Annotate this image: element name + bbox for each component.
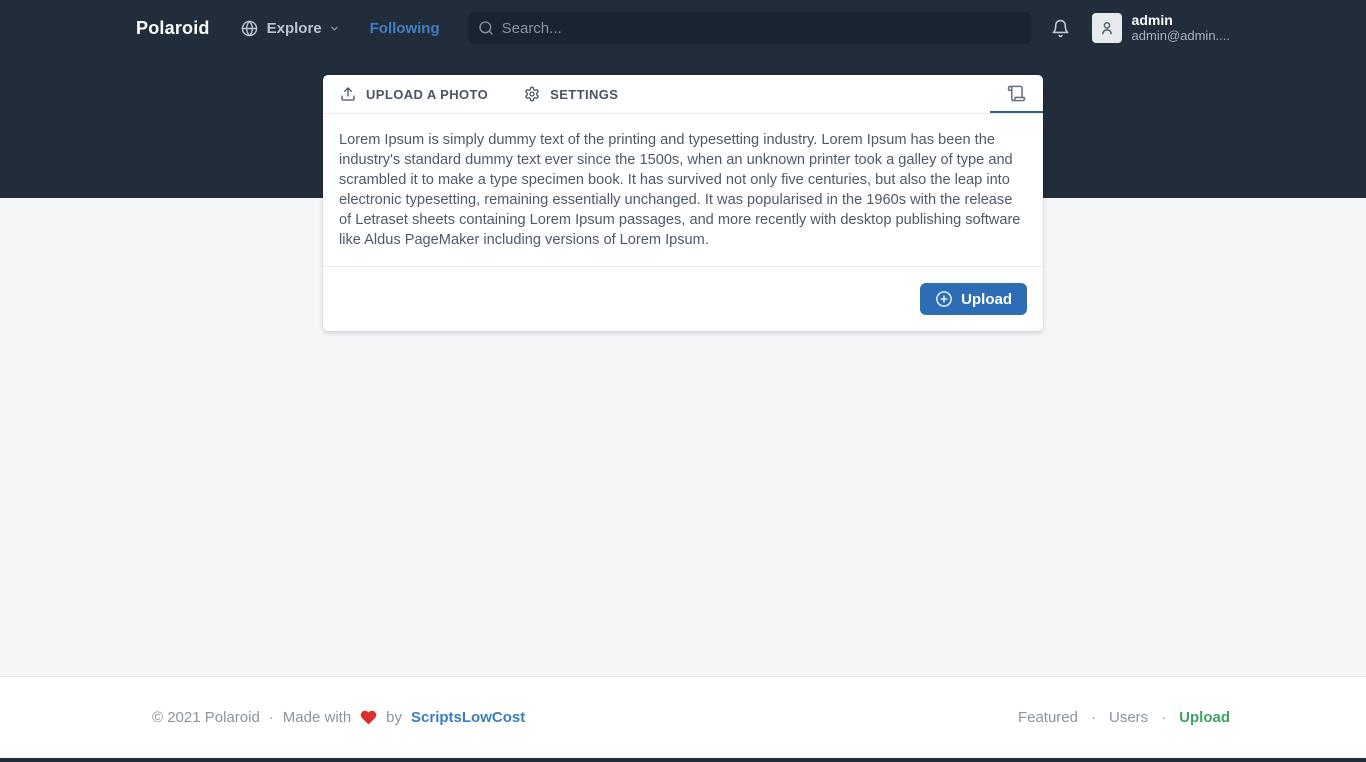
user-icon [1098, 19, 1116, 37]
bell-icon[interactable] [1051, 19, 1070, 38]
nav-following-link[interactable]: Following [370, 20, 440, 37]
credit-link[interactable]: ScriptsLowCost [411, 709, 525, 726]
upload-icon [340, 86, 356, 102]
globe-icon [241, 20, 258, 37]
tab-rules-active[interactable] [990, 75, 1043, 113]
plus-circle-icon [935, 290, 953, 308]
by-text: by [386, 709, 403, 726]
user-menu[interactable]: admin admin@admin.... [1091, 12, 1230, 44]
card-footer: Upload [323, 266, 1043, 331]
footer-link-users[interactable]: Users [1109, 709, 1148, 726]
nav-explore-menu[interactable]: Explore [241, 20, 340, 37]
made-with-text: Made with [282, 709, 352, 726]
main-area: UPLOAD A PHOTO SETTINGS Lorem Ipsum is s… [0, 75, 1366, 676]
avatar [1091, 13, 1122, 43]
user-info: admin admin@admin.... [1131, 12, 1230, 44]
search-input[interactable] [501, 19, 1021, 37]
card-body-text: Lorem Ipsum is simply dummy text of the … [339, 132, 1021, 248]
footer-link-upload[interactable]: Upload [1179, 709, 1230, 726]
upload-button[interactable]: Upload [920, 283, 1027, 315]
gear-icon [524, 86, 540, 102]
upload-button-label: Upload [961, 290, 1012, 308]
footer-link-featured[interactable]: Featured [1018, 709, 1078, 726]
page: Polaroid Explore Following Search... adm… [0, 0, 1366, 762]
footer-separator: · [1161, 709, 1167, 726]
heart-icon [360, 709, 377, 726]
bottom-dark-bar [0, 758, 1366, 762]
scroll-icon [1007, 84, 1026, 103]
search-box [467, 12, 1031, 44]
footer-right: Featured · Users · Upload [1018, 709, 1230, 726]
user-email: admin@admin.... [1131, 28, 1230, 43]
footer-row: © 2021 Polaroid · Made with by ScriptsLo… [136, 709, 1230, 726]
copyright-text: © 2021 Polaroid [152, 709, 260, 726]
footer-separator: · [1090, 709, 1096, 726]
footer-separator: · [268, 709, 274, 726]
footer-left: © 2021 Polaroid · Made with by ScriptsLo… [136, 709, 525, 726]
chevron-down-icon [329, 23, 340, 34]
navbar: Polaroid Explore Following Search... adm… [136, 0, 1230, 56]
search-icon [478, 20, 494, 36]
tab-upload-label: UPLOAD A PHOTO [366, 86, 489, 102]
site-footer: © 2021 Polaroid · Made with by ScriptsLo… [0, 676, 1366, 758]
card-tab-bar: UPLOAD A PHOTO SETTINGS [323, 75, 1043, 114]
brand-logo[interactable]: Polaroid [136, 18, 210, 39]
tab-settings[interactable]: SETTINGS [524, 75, 618, 113]
upload-card: UPLOAD A PHOTO SETTINGS Lorem Ipsum is s… [323, 75, 1043, 331]
tab-settings-label: SETTINGS [550, 86, 619, 102]
user-name: admin [1131, 12, 1173, 28]
tab-upload-a-photo[interactable]: UPLOAD A PHOTO [340, 75, 488, 113]
nav-explore-label: Explore [266, 19, 322, 37]
